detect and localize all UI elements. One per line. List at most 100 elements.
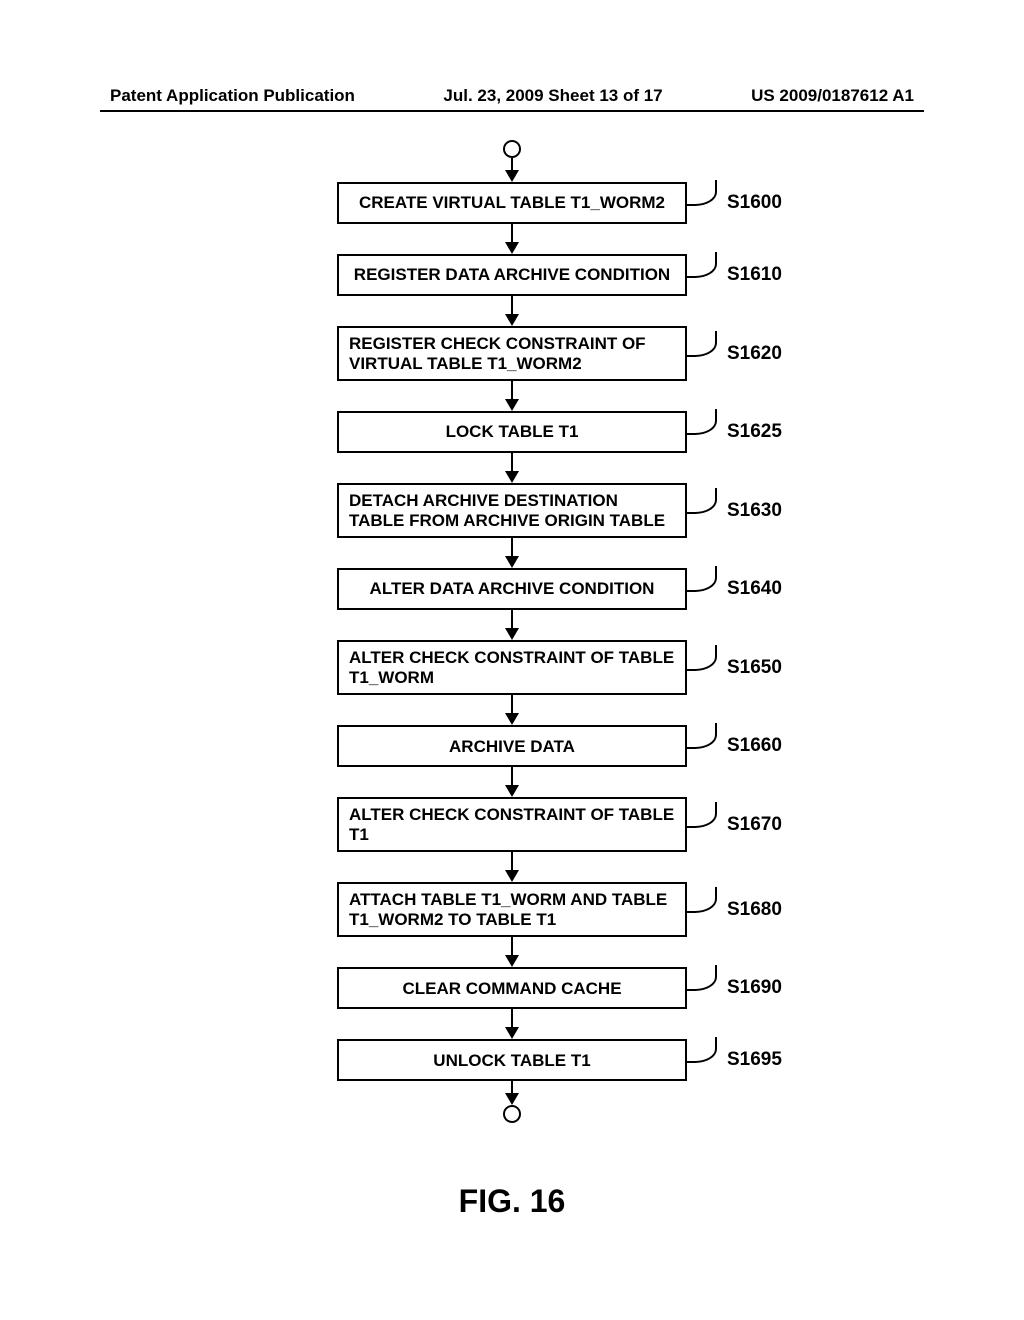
arrowhead-icon bbox=[505, 242, 519, 254]
connector-line bbox=[511, 381, 514, 399]
flow-step-s1680: ATTACH TABLE T1_WORM AND TABLE T1_WORM2 … bbox=[337, 882, 687, 937]
connector bbox=[505, 224, 519, 254]
step-id-s1620: S1620 bbox=[727, 343, 782, 365]
flow-row: CLEAR COMMAND CACHE S1690 bbox=[0, 967, 1024, 1009]
step-id-s1650: S1650 bbox=[727, 657, 782, 679]
arrowhead-icon bbox=[505, 785, 519, 797]
flowchart-stage: CREATE VIRTUAL TABLE T1_WORM2 S1600 REGI… bbox=[0, 140, 1024, 1123]
connector-line bbox=[511, 296, 514, 314]
flow-row: ALTER CHECK CONSTRAINT OF TABLE T1_WORM … bbox=[0, 640, 1024, 695]
end-terminator-icon bbox=[503, 1105, 521, 1123]
step-label-connector: S1690 bbox=[687, 967, 782, 1009]
header-left: Patent Application Publication bbox=[110, 86, 355, 106]
flow-row: ARCHIVE DATA S1660 bbox=[0, 725, 1024, 767]
step-label-connector: S1660 bbox=[687, 725, 782, 767]
step-label-connector: S1650 bbox=[687, 640, 782, 695]
flow-step-s1600: CREATE VIRTUAL TABLE T1_WORM2 bbox=[337, 182, 687, 224]
connector bbox=[505, 453, 519, 483]
curve-icon bbox=[687, 262, 721, 288]
page: Patent Application Publication Jul. 23, … bbox=[0, 0, 1024, 1320]
step-id-s1625: S1625 bbox=[727, 421, 782, 443]
connector-line bbox=[511, 767, 514, 785]
curve-icon bbox=[687, 341, 721, 367]
step-id-s1690: S1690 bbox=[727, 977, 782, 999]
step-label-connector: S1610 bbox=[687, 254, 782, 296]
connector-line bbox=[511, 453, 514, 471]
flow-step-s1610: REGISTER DATA ARCHIVE CONDITION bbox=[337, 254, 687, 296]
flow-step-s1660: ARCHIVE DATA bbox=[337, 725, 687, 767]
step-id-s1670: S1670 bbox=[727, 814, 782, 836]
flow-row: DETACH ARCHIVE DESTINATION TABLE FROM AR… bbox=[0, 483, 1024, 538]
header-center: Jul. 23, 2009 Sheet 13 of 17 bbox=[443, 86, 662, 106]
flow-row: CREATE VIRTUAL TABLE T1_WORM2 S1600 bbox=[0, 182, 1024, 224]
flow-row: REGISTER CHECK CONSTRAINT OF VIRTUAL TAB… bbox=[0, 326, 1024, 381]
arrowhead-icon bbox=[505, 1027, 519, 1039]
step-id-s1660: S1660 bbox=[727, 735, 782, 757]
arrowhead-icon bbox=[505, 314, 519, 326]
arrowhead-icon bbox=[505, 870, 519, 882]
step-label-connector: S1640 bbox=[687, 568, 782, 610]
flow-step-s1695: UNLOCK TABLE T1 bbox=[337, 1039, 687, 1081]
curve-icon bbox=[687, 897, 721, 923]
flow-step-s1620: REGISTER CHECK CONSTRAINT OF VIRTUAL TAB… bbox=[337, 326, 687, 381]
step-id-s1640: S1640 bbox=[727, 578, 782, 600]
arrowhead-icon bbox=[505, 170, 519, 182]
curve-icon bbox=[687, 812, 721, 838]
step-label-connector: S1600 bbox=[687, 182, 782, 224]
connector-line bbox=[511, 1081, 514, 1093]
header-right: US 2009/0187612 A1 bbox=[751, 86, 914, 106]
arrowhead-icon bbox=[505, 556, 519, 568]
connector bbox=[505, 1081, 519, 1105]
connector bbox=[505, 695, 519, 725]
flow-step-s1650: ALTER CHECK CONSTRAINT OF TABLE T1_WORM bbox=[337, 640, 687, 695]
curve-icon bbox=[687, 733, 721, 759]
flow-row: UNLOCK TABLE T1 S1695 bbox=[0, 1039, 1024, 1081]
step-id-s1695: S1695 bbox=[727, 1049, 782, 1071]
connector-line bbox=[511, 610, 514, 628]
arrowhead-icon bbox=[505, 1093, 519, 1105]
flow-row: ALTER CHECK CONSTRAINT OF TABLE T1 S1670 bbox=[0, 797, 1024, 852]
step-label-connector: S1695 bbox=[687, 1039, 782, 1081]
connector-line bbox=[511, 852, 514, 870]
step-label-connector: S1620 bbox=[687, 326, 782, 381]
curve-icon bbox=[687, 655, 721, 681]
connector bbox=[505, 538, 519, 568]
curve-icon bbox=[687, 576, 721, 602]
arrowhead-icon bbox=[505, 471, 519, 483]
flow-step-s1670: ALTER CHECK CONSTRAINT OF TABLE T1 bbox=[337, 797, 687, 852]
start-terminator-icon bbox=[503, 140, 521, 158]
flow-row: ATTACH TABLE T1_WORM AND TABLE T1_WORM2 … bbox=[0, 882, 1024, 937]
step-label-connector: S1680 bbox=[687, 882, 782, 937]
connector bbox=[505, 852, 519, 882]
flow-step-s1690: CLEAR COMMAND CACHE bbox=[337, 967, 687, 1009]
figure-caption: FIG. 16 bbox=[0, 1183, 1024, 1220]
step-label-connector: S1625 bbox=[687, 411, 782, 453]
arrowhead-icon bbox=[505, 713, 519, 725]
flow-row: REGISTER DATA ARCHIVE CONDITION S1610 bbox=[0, 254, 1024, 296]
connector bbox=[505, 296, 519, 326]
curve-icon bbox=[687, 975, 721, 1001]
step-id-s1600: S1600 bbox=[727, 192, 782, 214]
flow-row: ALTER DATA ARCHIVE CONDITION S1640 bbox=[0, 568, 1024, 610]
step-label-connector: S1630 bbox=[687, 483, 782, 538]
arrowhead-icon bbox=[505, 399, 519, 411]
connector-line bbox=[511, 224, 514, 242]
connector bbox=[505, 381, 519, 411]
flow-step-s1640: ALTER DATA ARCHIVE CONDITION bbox=[337, 568, 687, 610]
curve-icon bbox=[687, 419, 721, 445]
connector-line bbox=[511, 158, 514, 170]
flowchart: CREATE VIRTUAL TABLE T1_WORM2 S1600 REGI… bbox=[0, 140, 1024, 1123]
connector-line bbox=[511, 1009, 514, 1027]
step-id-s1610: S1610 bbox=[727, 264, 782, 286]
flow-step-s1625: LOCK TABLE T1 bbox=[337, 411, 687, 453]
connector bbox=[505, 610, 519, 640]
arrowhead-icon bbox=[505, 628, 519, 640]
connector bbox=[505, 937, 519, 967]
curve-icon bbox=[687, 498, 721, 524]
curve-icon bbox=[687, 190, 721, 216]
connector-line bbox=[511, 937, 514, 955]
connector-line bbox=[511, 538, 514, 556]
step-id-s1680: S1680 bbox=[727, 899, 782, 921]
page-header: Patent Application Publication Jul. 23, … bbox=[0, 86, 1024, 110]
curve-icon bbox=[687, 1047, 721, 1073]
